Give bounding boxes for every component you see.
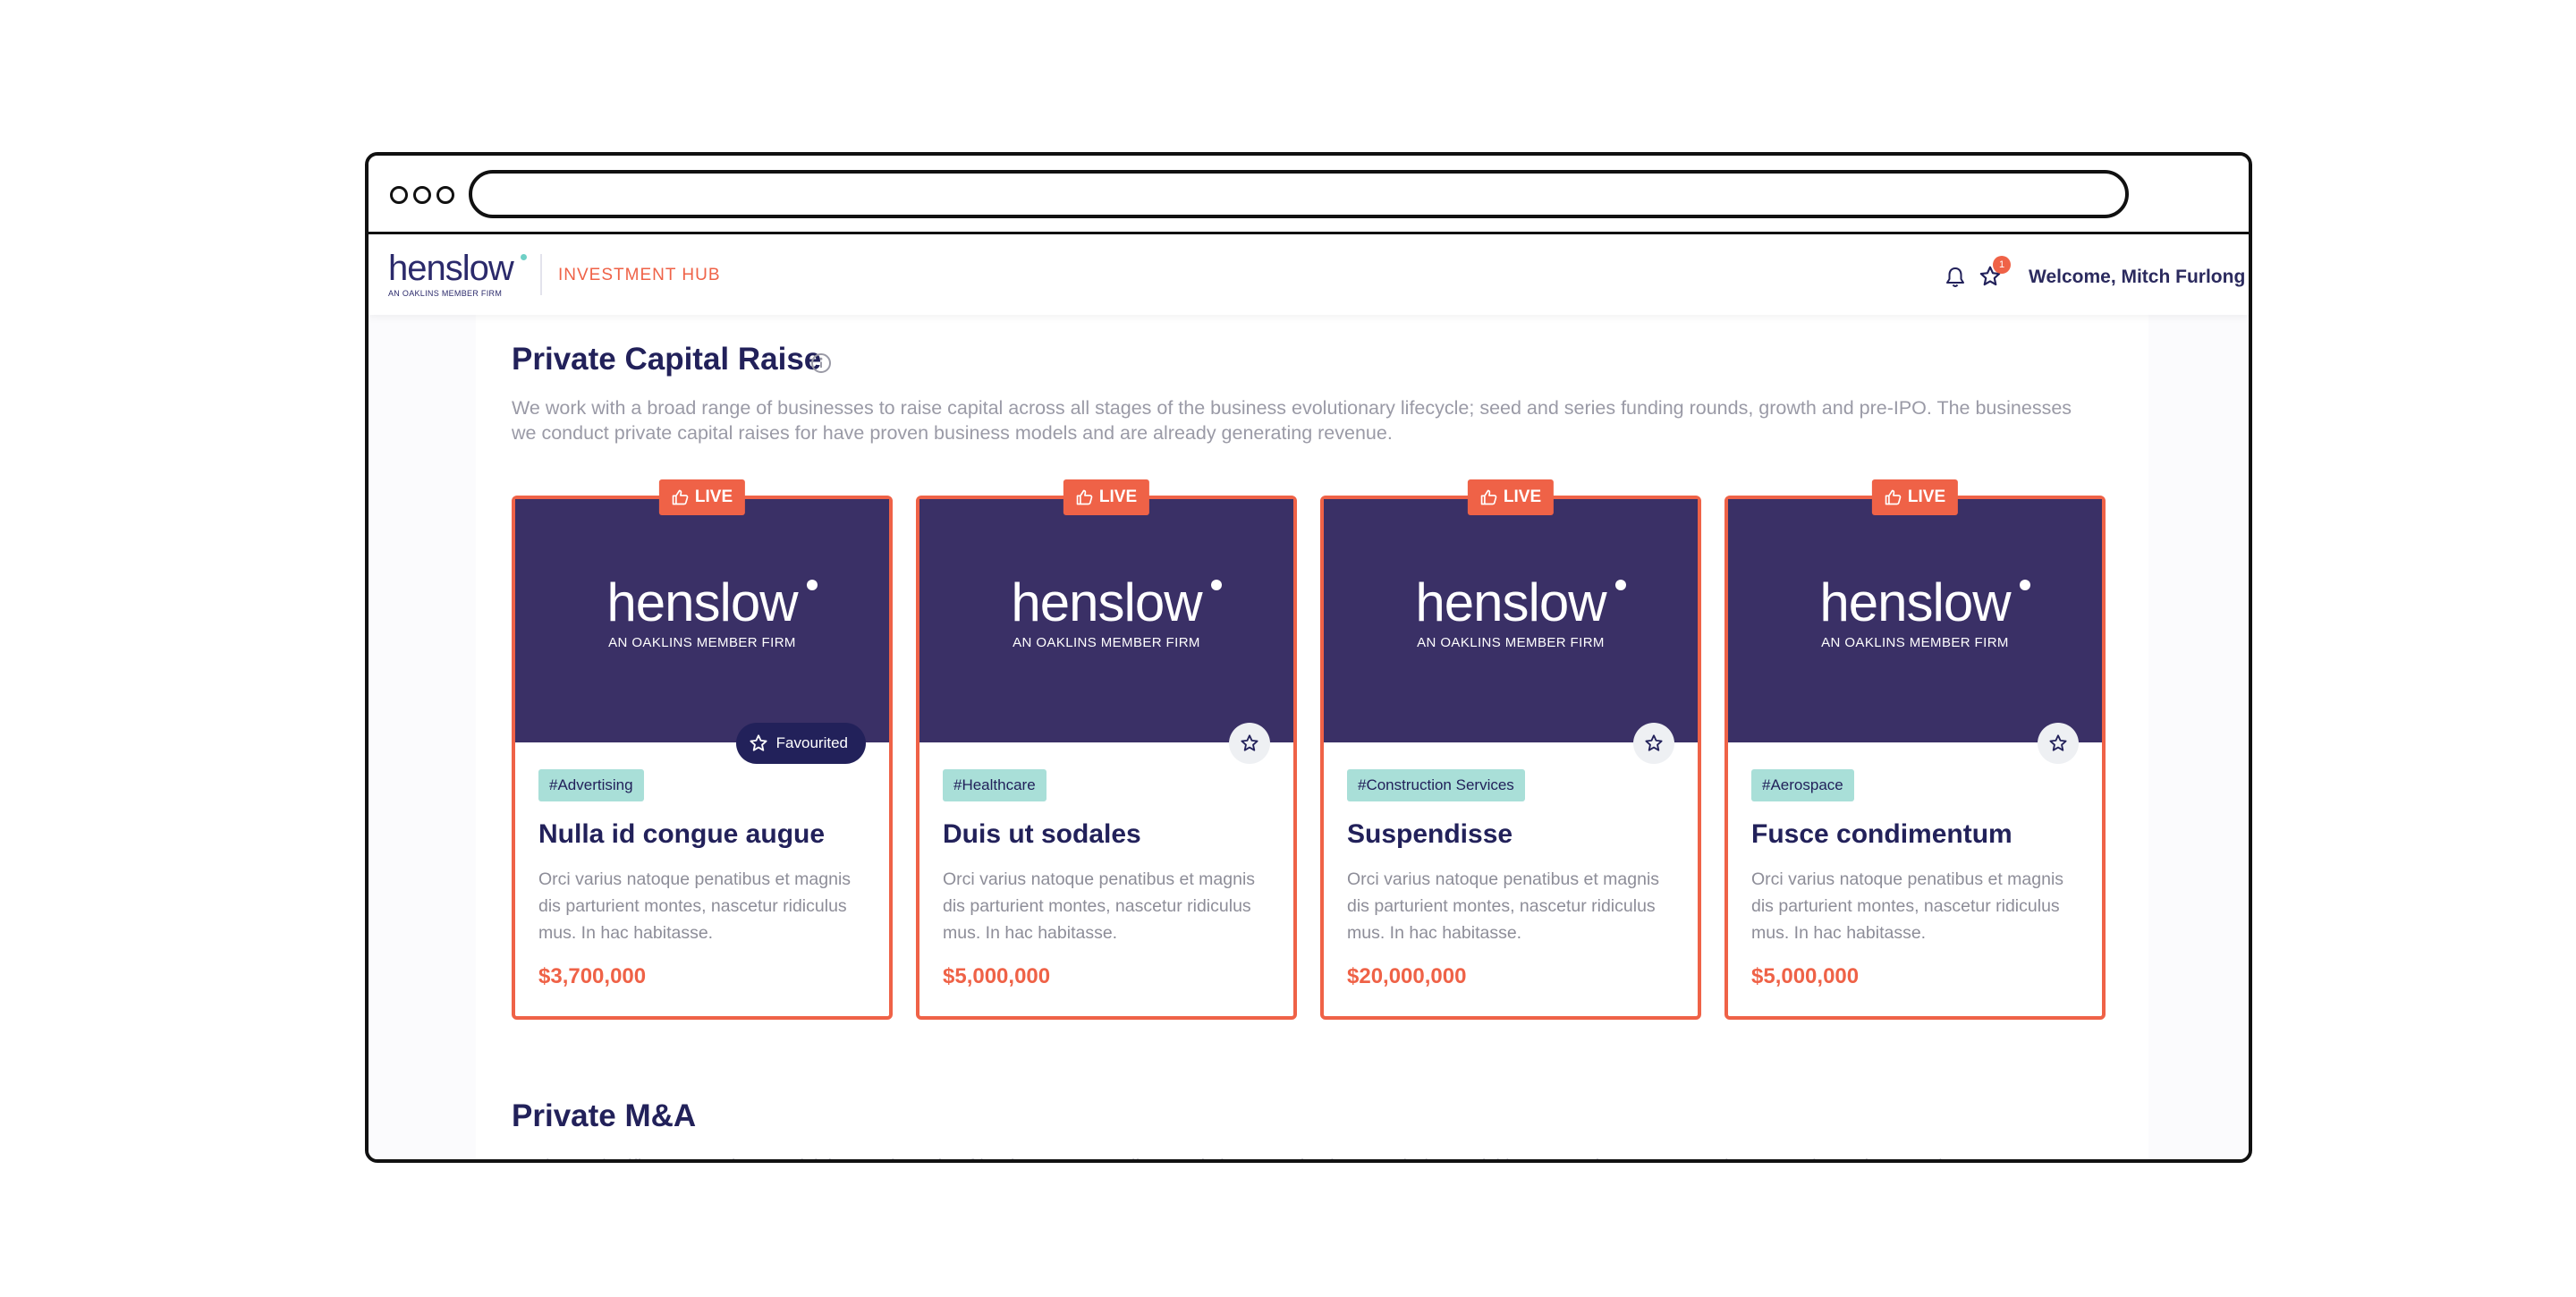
thumbs-up-icon bbox=[1885, 489, 1902, 505]
investment-card[interactable]: henslow AN OAKLINS MEMBER FIRM LIVE Favo… bbox=[512, 479, 893, 1020]
card-description: Orci varius natoque penatibus et magnis … bbox=[1751, 869, 2064, 943]
card-logo: henslow AN OAKLINS MEMBER FIRM bbox=[1728, 576, 2102, 650]
live-badge: LIVE bbox=[658, 479, 746, 515]
investment-card[interactable]: henslow AN OAKLINS MEMBER FIRM LIVE #Con… bbox=[1320, 479, 1701, 1020]
favourite-button[interactable] bbox=[1229, 723, 1270, 764]
favourite-button[interactable] bbox=[2038, 723, 2079, 764]
browser-chrome bbox=[369, 156, 2249, 234]
logo-subtext: AN OAKLINS MEMBER FIRM bbox=[388, 289, 503, 298]
logo-dot bbox=[521, 254, 527, 260]
welcome-text[interactable]: Welcome, Mitch Furlong bbox=[2029, 267, 2245, 288]
card-title: Suspendisse bbox=[1347, 819, 1513, 849]
logo-wordmark: henslow bbox=[388, 249, 514, 288]
investment-card[interactable]: henslow AN OAKLINS MEMBER FIRM LIVE #Hea… bbox=[916, 479, 1297, 1020]
live-label: LIVE bbox=[1098, 487, 1138, 506]
info-icon[interactable] bbox=[810, 352, 832, 374]
card-logo-subtext: AN OAKLINS MEMBER FIRM bbox=[608, 635, 796, 650]
category-tag[interactable]: #Construction Services bbox=[1347, 769, 1525, 801]
header-divider bbox=[540, 254, 542, 295]
favourite-button[interactable] bbox=[1633, 723, 1674, 764]
henslow-logo[interactable]: henslow AN OAKLINS MEMBER FIRM bbox=[388, 249, 527, 298]
card-title: Fusce condimentum bbox=[1751, 819, 2012, 849]
live-badge: LIVE bbox=[1063, 479, 1150, 515]
star-icon bbox=[1645, 734, 1663, 751]
card-logo: henslow AN OAKLINS MEMBER FIRM bbox=[515, 576, 889, 650]
investment-card[interactable]: henslow AN OAKLINS MEMBER FIRM LIVE #Aer… bbox=[1724, 479, 2106, 1020]
content-panel: Private Capital Raise We work with a bro… bbox=[476, 315, 2148, 1159]
favourited-label: Favourited bbox=[775, 734, 848, 751]
card-description: Orci varius natoque penatibus et magnis … bbox=[943, 869, 1256, 943]
card-logo-wordmark: henslow bbox=[1415, 572, 1606, 632]
window-control-dot[interactable] bbox=[436, 186, 454, 204]
card-logo-wordmark: henslow bbox=[606, 572, 798, 632]
star-icon bbox=[750, 734, 767, 751]
section-description: We have significant experience advising … bbox=[512, 1154, 2077, 1159]
live-label: LIVE bbox=[694, 487, 733, 506]
card-amount: $3,700,000 bbox=[538, 964, 647, 988]
star-icon bbox=[1241, 734, 1258, 751]
hub-label: INVESTMENT HUB bbox=[558, 266, 721, 284]
live-badge: LIVE bbox=[1871, 479, 1959, 515]
card-image: henslow AN OAKLINS MEMBER FIRM bbox=[1324, 499, 1698, 742]
card-title: Duis ut sodales bbox=[943, 819, 1141, 849]
card-logo-wordmark: henslow bbox=[1011, 572, 1202, 632]
card-logo-subtext: AN OAKLINS MEMBER FIRM bbox=[1417, 635, 1605, 650]
card-description: Orci varius natoque penatibus et magnis … bbox=[538, 869, 852, 943]
star-icon bbox=[2049, 734, 2067, 751]
window-control-dot[interactable] bbox=[390, 186, 408, 204]
app-header: henslow AN OAKLINS MEMBER FIRM INVESTMEN… bbox=[369, 234, 2249, 315]
browser-window: henslow AN OAKLINS MEMBER FIRM INVESTMEN… bbox=[365, 152, 2252, 1163]
section-title: Private M&A bbox=[512, 1098, 697, 1133]
live-label: LIVE bbox=[1907, 487, 1946, 506]
section-title: Private Capital Raise bbox=[512, 342, 822, 377]
live-label: LIVE bbox=[1503, 487, 1542, 506]
favourited-button[interactable]: Favourited bbox=[735, 723, 866, 764]
category-tag[interactable]: #Aerospace bbox=[1751, 769, 1854, 801]
card-image: henslow AN OAKLINS MEMBER FIRM bbox=[1728, 499, 2102, 742]
section-description: We work with a broad range of businesses… bbox=[512, 397, 2072, 444]
main-content: Private Capital Raise We work with a bro… bbox=[369, 315, 2249, 1159]
bell-icon[interactable] bbox=[1945, 266, 1966, 289]
live-badge: LIVE bbox=[1467, 479, 1555, 515]
card-title: Nulla id congue augue bbox=[538, 819, 826, 849]
card-logo: henslow AN OAKLINS MEMBER FIRM bbox=[919, 576, 1293, 650]
card-amount: $20,000,000 bbox=[1347, 964, 1467, 988]
card-logo-wordmark: henslow bbox=[1819, 572, 2011, 632]
thumbs-up-icon bbox=[1480, 489, 1497, 505]
card-logo: henslow AN OAKLINS MEMBER FIRM bbox=[1324, 576, 1698, 650]
category-tag[interactable]: #Advertising bbox=[538, 769, 644, 801]
address-bar[interactable] bbox=[469, 170, 2129, 218]
card-logo-subtext: AN OAKLINS MEMBER FIRM bbox=[1013, 635, 1200, 650]
category-tag[interactable]: #Healthcare bbox=[943, 769, 1046, 801]
card-amount: $5,000,000 bbox=[943, 964, 1051, 988]
notification-badge: 1 bbox=[1993, 256, 2011, 274]
card-description: Orci varius natoque penatibus et magnis … bbox=[1347, 869, 1660, 943]
card-logo-subtext: AN OAKLINS MEMBER FIRM bbox=[1821, 635, 2009, 650]
card-image: henslow AN OAKLINS MEMBER FIRM bbox=[515, 499, 889, 742]
window-control-dot[interactable] bbox=[413, 186, 431, 204]
card-image: henslow AN OAKLINS MEMBER FIRM bbox=[919, 499, 1293, 742]
card-amount: $5,000,000 bbox=[1751, 964, 1860, 988]
thumbs-up-icon bbox=[672, 489, 689, 505]
thumbs-up-icon bbox=[1076, 489, 1093, 505]
